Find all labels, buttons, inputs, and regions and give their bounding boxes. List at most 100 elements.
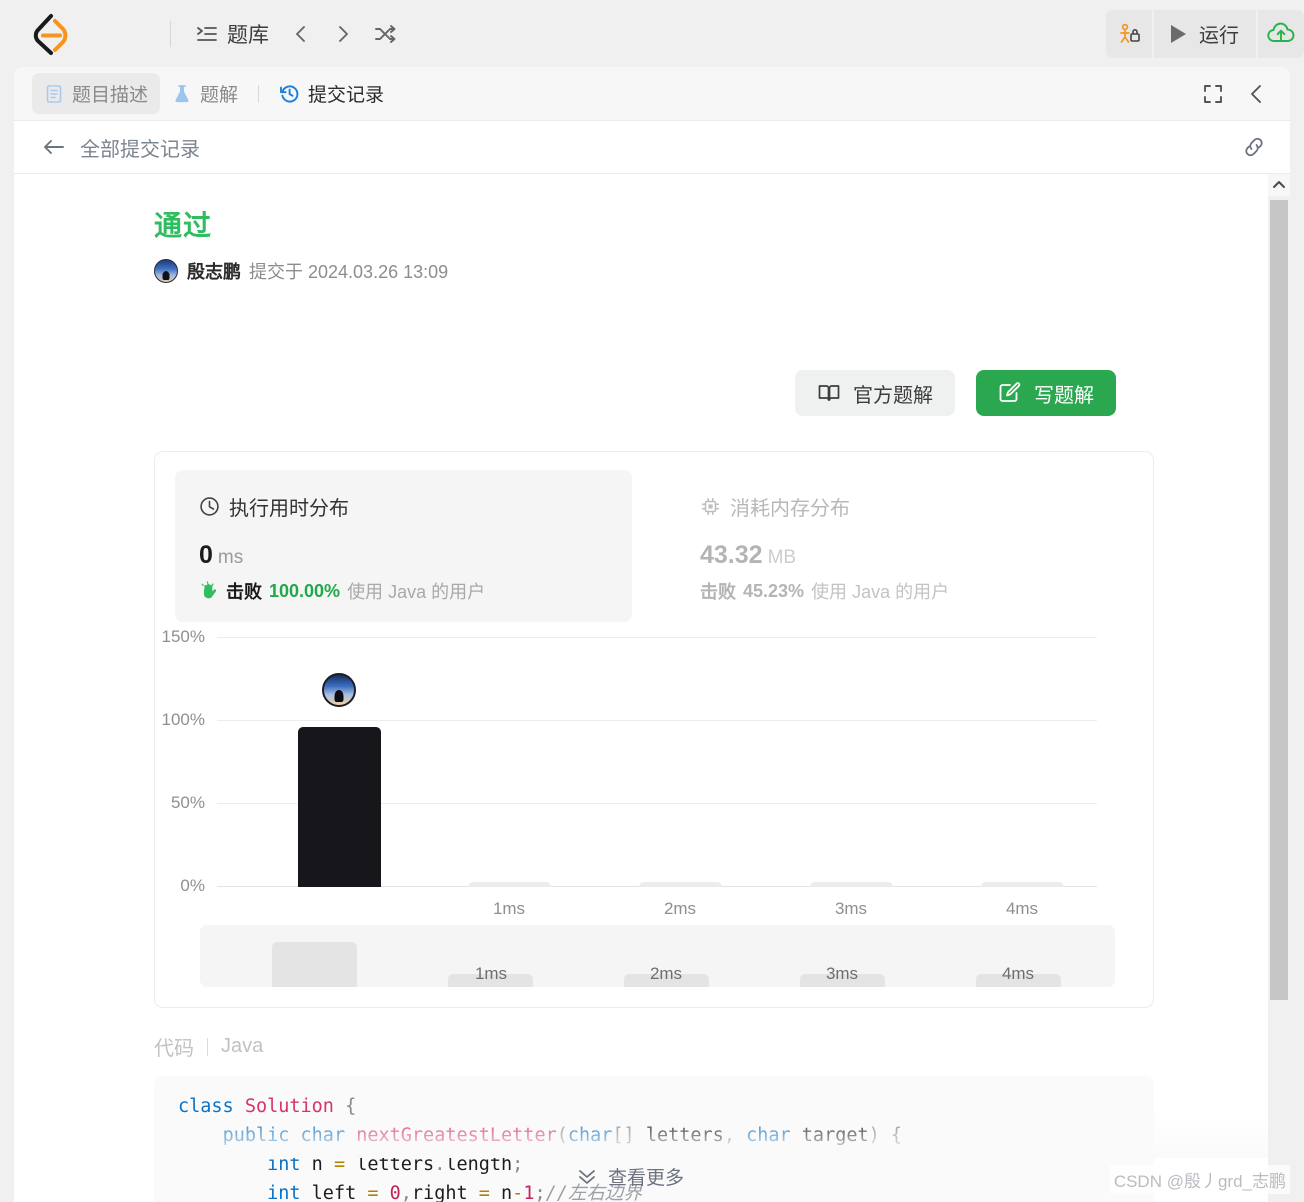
- document-icon: [44, 84, 64, 104]
- nav-next-button[interactable]: [324, 15, 362, 53]
- brush-bar-0ms: [272, 942, 357, 987]
- view-more-button[interactable]: 查看更多: [14, 1163, 1246, 1190]
- nav-prev-button[interactable]: [282, 15, 320, 53]
- csdn-watermark: CSDN @殷丿grd_志鹏: [1109, 1165, 1290, 1194]
- cloud-upload-icon: [1266, 21, 1296, 47]
- stat-tabs: 执行用时分布 0 ms 击败 100.00% 使用 Java 的用户 消耗内存分…: [155, 452, 1153, 622]
- runtime-beat-percent: 100.00%: [269, 580, 341, 601]
- memory-beat-label: 击败: [700, 582, 736, 602]
- brush-label-3ms: 3ms: [825, 964, 859, 983]
- double-chevron-down-icon: [576, 1168, 598, 1186]
- official-solution-button[interactable]: 官方题解: [795, 370, 955, 416]
- code-header-separator: [207, 1037, 208, 1056]
- memory-value-row: 43.32 MB: [700, 541, 1109, 570]
- list-icon: [196, 23, 218, 45]
- verdict-status: 通过: [154, 210, 213, 241]
- nav-random-button[interactable]: [366, 15, 404, 53]
- clap-hand-icon: [199, 581, 219, 601]
- write-solution-label: 写题解: [1034, 384, 1094, 407]
- breadcrumb-title[interactable]: 全部提交记录: [80, 133, 200, 162]
- runtime-beat-suffix: 使用 Java 的用户: [347, 582, 486, 602]
- shuffle-icon: [373, 23, 397, 45]
- breadcrumb: 全部提交记录: [14, 121, 1290, 174]
- leetcode-submission-page: 题库 运行 题目描述 题解 提交记录 全部提交记录 通过 殷志鹏 提交于 202…: [0, 0, 1304, 1202]
- submit-button[interactable]: [1258, 9, 1304, 58]
- panel-tabbar: 题目描述 题解 提交记录: [14, 67, 1290, 121]
- xtick-label-3ms: 3ms: [834, 899, 868, 918]
- tabbar-actions: [1202, 83, 1290, 105]
- tab-description[interactable]: 题目描述: [32, 73, 161, 114]
- play-icon: [1168, 23, 1188, 45]
- book-icon: [817, 382, 841, 404]
- ytick-label-100: 100%: [161, 710, 205, 729]
- runtime-unit: ms: [217, 547, 244, 568]
- memory-unit: MB: [767, 547, 797, 568]
- leetcode-logo-icon[interactable]: [26, 11, 72, 57]
- bar-3ms[interactable]: 3ms: [810, 882, 893, 918]
- user-position-marker: [322, 673, 356, 707]
- runtime-beat-label: 击败: [226, 582, 262, 602]
- submission-content: 通过 殷志鹏 提交于 2024.03.26 13:09 官方题解 写题解 执行用…: [14, 174, 1290, 1202]
- chevron-right-icon: [332, 23, 354, 45]
- ytick-label-50: 50%: [170, 793, 205, 812]
- app-header: 题库 运行: [0, 0, 1304, 67]
- tab-description-label: 题目描述: [72, 85, 149, 106]
- write-solution-button[interactable]: 写题解: [976, 370, 1116, 416]
- scroll-up-button[interactable]: [1268, 174, 1290, 196]
- memory-stat-card[interactable]: 消耗内存分布 43.32 MB 击败 45.23% 使用 Java 的用户: [676, 470, 1133, 622]
- brush-label-4ms: 4ms: [1001, 964, 1035, 983]
- chevron-left-icon: [290, 23, 312, 45]
- collapse-panel-icon[interactable]: [1246, 83, 1268, 105]
- tab-solutions[interactable]: 题解: [160, 73, 250, 114]
- history-icon: [279, 83, 300, 104]
- debug-button[interactable]: [1106, 9, 1152, 58]
- chart-brush-minimap[interactable]: 1ms 2ms 3ms 4ms: [200, 925, 1115, 987]
- tab-submissions-label: 提交记录: [308, 85, 385, 106]
- clock-icon: [199, 496, 220, 517]
- runtime-distribution-chart: 150% 100% 50% 0% 1ms 2ms 3ms 4ms 1ms 2ms…: [155, 627, 1155, 1005]
- brush-label-1ms: 1ms: [474, 964, 508, 983]
- back-arrow-icon[interactable]: [42, 137, 66, 157]
- header-nav: 题库: [187, 13, 404, 55]
- runtime-value: 0: [199, 541, 213, 569]
- tab-submissions[interactable]: 提交记录: [267, 73, 396, 114]
- header-divider: [170, 20, 171, 47]
- tab-solutions-label: 题解: [200, 85, 239, 106]
- content-scrollbar[interactable]: [1268, 174, 1290, 1202]
- runtime-stat-title: 执行用时分布: [229, 498, 349, 520]
- flask-icon: [172, 84, 192, 104]
- memory-value: 43.32: [700, 541, 763, 569]
- submission-panel: 题目描述 题解 提交记录 全部提交记录 通过 殷志鹏 提交于 2024.03.2…: [14, 67, 1290, 1202]
- nav-problemset-button[interactable]: 题库: [187, 13, 278, 55]
- bar-1ms[interactable]: 1ms: [468, 882, 551, 918]
- runtime-stat-title-row: 执行用时分布: [199, 492, 608, 521]
- code-section-header: 代码 Java: [154, 1032, 263, 1061]
- submission-time: 提交于 2024.03.26 13:09: [249, 262, 449, 282]
- memory-beat-row: 击败 45.23% 使用 Java 的用户: [700, 578, 1109, 604]
- runtime-stat-card[interactable]: 执行用时分布 0 ms 击败 100.00% 使用 Java 的用户: [175, 470, 632, 622]
- avatar: [154, 259, 178, 283]
- runtime-value-row: 0 ms: [199, 541, 608, 570]
- memory-beat-suffix: 使用 Java 的用户: [811, 582, 950, 602]
- ytick-label-150: 150%: [161, 627, 205, 646]
- ytick-label-0: 0%: [180, 876, 205, 895]
- run-button[interactable]: 运行: [1154, 9, 1256, 58]
- bar-4ms[interactable]: 4ms: [981, 882, 1064, 918]
- nav-problemset-label: 题库: [227, 23, 269, 47]
- xtick-label-2ms: 2ms: [663, 899, 697, 918]
- pencil-square-icon: [998, 382, 1022, 404]
- scrollbar-thumb[interactable]: [1270, 200, 1288, 1000]
- run-button-label: 运行: [1199, 25, 1239, 47]
- code-language: Java: [221, 1035, 264, 1057]
- link-icon[interactable]: [1240, 134, 1268, 160]
- bar-2ms[interactable]: 2ms: [639, 882, 722, 918]
- submitter-name[interactable]: 殷志鹏: [187, 258, 241, 284]
- brush-label-2ms: 2ms: [649, 964, 683, 983]
- official-solution-label: 官方题解: [853, 384, 933, 407]
- fullscreen-icon[interactable]: [1202, 83, 1224, 105]
- bar-0ms[interactable]: [298, 727, 381, 887]
- header-action-buttons: 官方题解 写题解: [795, 370, 1116, 416]
- gridline-100: 100%: [162, 710, 1097, 729]
- xtick-label-4ms: 4ms: [1005, 899, 1039, 918]
- stats-card: 执行用时分布 0 ms 击败 100.00% 使用 Java 的用户 消耗内存分…: [154, 451, 1154, 1008]
